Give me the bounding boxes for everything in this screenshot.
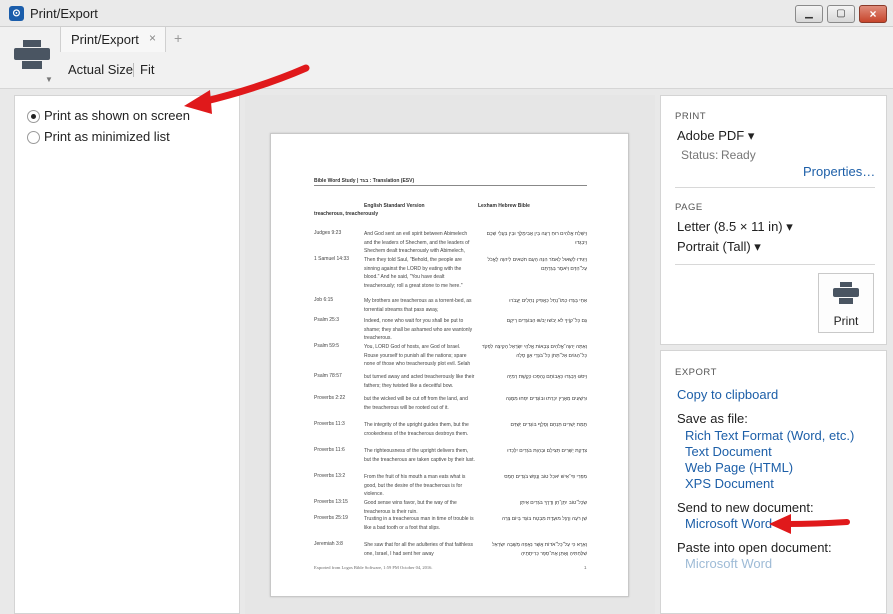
verse-reference: Jeremiah 3:8 xyxy=(314,541,343,547)
radio-print-as-shown[interactable] xyxy=(27,110,40,123)
page-section-heading: PAGE xyxy=(675,202,703,213)
print-button[interactable]: Print xyxy=(818,273,874,333)
hebrew-text: וּרְשָׁעִים מֵאֶרֶץ יִכָּרֵתוּ וּבוֹגְדִ… xyxy=(505,396,587,402)
print-button-label: Print xyxy=(833,314,859,328)
hebrew-text: צִדְקַת יְשָׁרִים תַּצִּילֵם וּבְהַוַּת … xyxy=(507,448,587,454)
divider xyxy=(675,187,875,188)
toolbar: ▼ Print/Export × + Actual Size Fit xyxy=(0,27,893,89)
verse-reference: Proverbs 11:6 xyxy=(314,447,345,453)
orientation-select[interactable]: Portrait (Tall) ▾ xyxy=(677,239,761,255)
hebrew-text: שֵׂכֶל־טוֹב יִתֶּן־חֵן וְדֶרֶךְ בֹּגְדִי… xyxy=(519,500,587,506)
text-document-link[interactable]: Text Document xyxy=(685,444,772,459)
hebrew-text: וְאַתָּה יְהוָה־אֱלֹהִים צְבָאוֹת אֱלֹהֵ… xyxy=(481,344,587,359)
paper-size-value: Letter (8.5 × 11 in) xyxy=(677,219,783,234)
add-tab-icon[interactable]: + xyxy=(174,30,182,46)
printer-value: Adobe PDF xyxy=(677,128,745,143)
export-section-heading: EXPORT xyxy=(675,367,717,378)
verse-reference: Psalm 78:57 xyxy=(314,373,342,379)
divider xyxy=(314,185,587,186)
hebrew-text: וָאֵרֶא כִּי עַל־כָּל־אֹדוֹת אֲשֶׁר נִאֲ… xyxy=(492,542,587,557)
esv-text: but turned away and acted treacherously … xyxy=(364,374,475,389)
chevron-down-icon[interactable]: ▼ xyxy=(45,75,53,84)
copy-to-clipboard-link[interactable]: Copy to clipboard xyxy=(677,387,778,402)
esv-text: Then they told Saul, "Behold, the people… xyxy=(364,257,463,289)
logos-icon: ⊙ xyxy=(9,6,24,21)
preview-page: Bible Word Study | בגד : Translation (ES… xyxy=(270,133,629,597)
divider xyxy=(675,264,875,265)
close-icon[interactable]: × xyxy=(149,31,156,45)
esv-text: Good sense wins favor, but the way of th… xyxy=(364,500,457,515)
printer-icon[interactable] xyxy=(14,40,50,70)
print-settings-panel: PRINT Adobe PDF ▾ Status: Ready Properti… xyxy=(660,95,887,345)
hebrew-text: גַּם כָּל־קוֶֹיךָ לֹא יֵבֹשׁוּ יֵבֹשׁוּ … xyxy=(506,318,587,324)
hebrew-text: אַחַי בָּגְדוּ כְמוֹ־נָחַל כַּאֲפִיק נְח… xyxy=(509,298,587,304)
printer-icon xyxy=(833,282,859,306)
annotation-arrow xyxy=(184,64,310,114)
esv-text: And God sent an evil spirit between Abim… xyxy=(364,231,470,255)
status-value: Ready xyxy=(721,148,756,162)
esv-text: From the fruit of his mouth a man eats w… xyxy=(364,474,466,498)
close-button[interactable]: × xyxy=(859,5,887,23)
print-as-shown-label[interactable]: Print as shown on screen xyxy=(44,108,190,123)
rtf-link[interactable]: Rich Text Format (Word, etc.) xyxy=(685,428,854,443)
maximize-button[interactable]: ▢ xyxy=(827,5,855,23)
doc-term: treacherous, treacherously xyxy=(314,211,379,217)
esv-text: She saw that for all the adulteries of t… xyxy=(364,542,473,557)
hebrew-text: שֵׁן רֹעָה וְרֶגֶל מוּעָדֶת מִבְטָח בּוֹ… xyxy=(501,516,587,522)
doc-title: Bible Word Study | בגד : Translation (ES… xyxy=(314,178,415,184)
xps-document-link[interactable]: XPS Document xyxy=(685,476,774,491)
verse-reference: Job 6:15 xyxy=(314,297,334,303)
esv-text: Trusting in a treacherous man in time of… xyxy=(364,516,474,531)
hebrew-text: מִפְּרִי פִי־אִישׁ יֹאכַל טוֹב וְנֶפֶשׁ … xyxy=(504,474,587,480)
title-bar: ⊙ Print/Export ▁ ▢ × xyxy=(0,0,893,27)
save-as-file-label: Save as file: xyxy=(677,411,748,426)
status-label: Status: xyxy=(681,148,719,162)
esv-text: Indeed, none who wait for you shall be p… xyxy=(364,318,473,342)
esv-text: but the wicked will be cut off from the … xyxy=(364,396,468,411)
doc-footer: Exported from Logos Bible Software, 1:59… xyxy=(314,565,433,570)
doc-page-number: 1 xyxy=(584,565,587,570)
divider xyxy=(133,63,134,77)
verse-reference: Proverbs 13:15 xyxy=(314,499,348,505)
verse-reference: Proverbs 25:19 xyxy=(314,515,348,521)
print-preview: Bible Word Study | בגד : Translation (ES… xyxy=(245,95,655,614)
actual-size-button[interactable]: Actual Size xyxy=(68,62,133,77)
microsoft-word-open-link: Microsoft Word xyxy=(685,556,773,571)
esv-text: The integrity of the upright guides them… xyxy=(364,422,469,437)
print-options-panel: Print as shown on screen Print as minimi… xyxy=(14,95,240,614)
verse-reference: Psalm 25:3 xyxy=(314,317,340,323)
microsoft-word-new-link[interactable]: Microsoft Word xyxy=(685,516,772,531)
verse-reference: Judges 9:23 xyxy=(314,230,342,236)
window-title: Print/Export xyxy=(30,6,98,21)
annotation-arrow xyxy=(769,514,850,534)
verse-reference: 1 Samuel 14:33 xyxy=(314,256,350,262)
properties-link[interactable]: Properties… xyxy=(803,164,875,179)
verse-reference: Psalm 59:5 xyxy=(314,343,340,349)
print-section-heading: PRINT xyxy=(675,111,706,122)
print-as-minimized-label[interactable]: Print as minimized list xyxy=(44,129,170,144)
hebrew-text: וַיִּסֹּגוּ וַיִּבְגְּדוּ כַּאֲבוֹתָם נֶ… xyxy=(506,374,587,380)
export-panel: EXPORT Copy to clipboard Save as file: R… xyxy=(660,350,887,614)
verse-reference: Proverbs 13:2 xyxy=(314,473,346,479)
column-header-esv: English Standard Version xyxy=(364,203,425,209)
minimize-button[interactable]: ▁ xyxy=(795,5,823,23)
paper-size-select[interactable]: Letter (8.5 × 11 in) ▾ xyxy=(677,219,793,235)
esv-text: The righteousness of the upright deliver… xyxy=(364,448,475,463)
verse-reference: Proverbs 2:22 xyxy=(314,395,346,401)
orientation-value: Portrait (Tall) xyxy=(677,239,751,254)
tab-print-export[interactable]: Print/Export × xyxy=(60,27,166,52)
paste-into-open-label: Paste into open document: xyxy=(677,540,832,555)
esv-text: My brothers are treacherous as a torrent… xyxy=(364,298,472,313)
tab-label: Print/Export xyxy=(71,32,139,47)
hebrew-text: וַיִּשְׁלַח אֱלֹהִים רוּחַ רָעָה בֵּין א… xyxy=(486,231,587,246)
column-header-lhb: Lexham Hebrew Bible xyxy=(478,203,530,209)
verse-reference: Proverbs 11:3 xyxy=(314,421,345,427)
printer-select[interactable]: Adobe PDF ▾ xyxy=(677,128,754,144)
hebrew-text: תֻּמַּת יְשָׁרִים תַּנְחֵם וְסֶלֶף בּוֹג… xyxy=(510,422,587,428)
hebrew-text: וַיַּגִּידוּ לְשָׁאוּל לֵאמֹר הִנֵּה הָע… xyxy=(487,257,587,272)
esv-text: You, LORD God of hosts, are God of Israe… xyxy=(364,344,471,368)
web-page-link[interactable]: Web Page (HTML) xyxy=(685,460,793,475)
radio-print-as-minimized[interactable] xyxy=(27,131,40,144)
fit-button[interactable]: Fit xyxy=(140,62,154,77)
